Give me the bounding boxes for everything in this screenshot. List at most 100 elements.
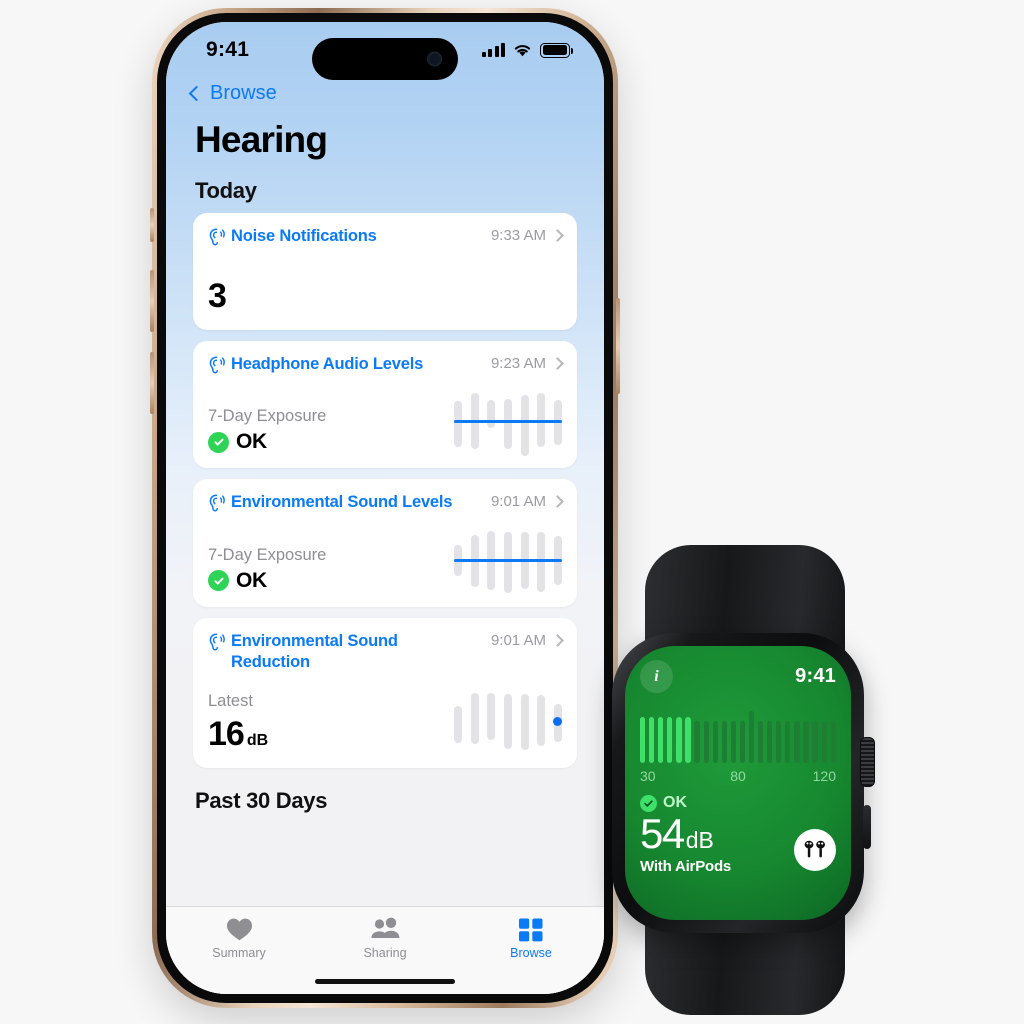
metric-label: 7-Day Exposure [208, 545, 327, 564]
card-title-wrap: Environmental Sound Reduction [208, 631, 483, 672]
card-timestamp: 9:23 AM [490, 354, 546, 372]
ear-icon [209, 228, 225, 246]
card-title: Noise Notifications [231, 227, 377, 245]
dynamic-island[interactable] [312, 38, 458, 80]
tab-browse[interactable]: Browse [458, 917, 604, 960]
value-row: 16 dB [208, 715, 268, 754]
card-title-wrap: Environmental Sound Levels [208, 492, 483, 513]
card-timestamp: 9:01 AM [490, 631, 546, 649]
card-header: Noise Notifications 9:33 AM [208, 226, 564, 247]
decibel-unit: dB [685, 827, 714, 853]
chevron-right-icon[interactable] [551, 634, 564, 647]
phone-power-button[interactable] [616, 298, 620, 394]
card-header: Headphone Audio Levels 9:23 AM [208, 354, 564, 375]
tab-label-sharing: Sharing [363, 946, 407, 960]
status-badge: OK [208, 430, 326, 454]
phone-volume-down-button[interactable] [150, 352, 154, 414]
card-title-wrap: Headphone Audio Levels [208, 354, 483, 375]
environmental-sound-reduction-sparkline [454, 690, 562, 754]
card-body: 3 [208, 277, 562, 316]
card-meta: 9:01 AM [490, 631, 564, 649]
sparkline-threshold-line [454, 558, 562, 562]
card-body: 7-Day Exposure OK [208, 390, 562, 456]
card-meta: 9:01 AM [491, 493, 564, 510]
check-circle-icon [640, 794, 657, 812]
watch-decibel-value: 54 dB [640, 813, 731, 855]
grid-squares-icon [519, 918, 543, 942]
phone-silent-switch[interactable] [150, 208, 154, 242]
phone-volume-up-button[interactable] [150, 270, 154, 332]
chevron-right-icon[interactable] [551, 495, 564, 509]
card-body: 7-Day Exposure OK [208, 529, 562, 593]
sound-reduction-value: 16 [208, 715, 245, 754]
card-environmental-sound-levels[interactable]: Environmental Sound Levels 9:01 AM 7-Day… [193, 479, 577, 607]
ear-icon [209, 356, 225, 374]
battery-full-icon [540, 42, 574, 58]
noise-notification-count: 3 [208, 276, 227, 315]
card-metric: 7-Day Exposure OK [208, 546, 326, 593]
wifi-icon [514, 44, 531, 56]
card-header: Environmental Sound Reduction 9:01 AM [208, 631, 564, 672]
watch-source-label: With AirPods [640, 858, 732, 875]
section-header-today: Today [195, 178, 257, 203]
card-noise-notifications[interactable]: Noise Notifications 9:33 AM 3 [193, 213, 577, 330]
ear-icon [209, 633, 225, 651]
airpods-icon[interactable] [794, 829, 836, 871]
headphone-audio-levels-sparkline [454, 390, 562, 456]
people-icon [371, 917, 400, 938]
metric-label: Latest [208, 692, 253, 711]
meter-tick-120: 120 [812, 768, 836, 784]
product-composite: 9:41 Browse Hearing Today Noise Notifica… [0, 0, 1024, 1024]
watch-side-button[interactable] [863, 805, 871, 849]
status-bar-indicators [481, 42, 574, 58]
card-meta: 9:23 AM [490, 354, 564, 372]
info-icon[interactable]: i [640, 660, 673, 693]
back-button-label: Browse [210, 82, 277, 104]
watch-bottom-row: 54 dB With AirPods [640, 813, 836, 875]
status-bar-time: 9:41 [206, 38, 250, 61]
card-title: Environmental Sound Reduction [231, 631, 398, 671]
tab-label-browse: Browse [510, 946, 552, 960]
meter-tick-30: 30 [640, 768, 656, 784]
airpods-glyph [804, 840, 825, 858]
watch-case: i 9:41 30 80 120 OK 54 dB With AirPods [612, 633, 875, 933]
watch-top-bar: i 9:41 [640, 660, 836, 693]
card-title: Headphone Audio Levels [231, 354, 424, 373]
metric-label: 7-Day Exposure [208, 407, 327, 426]
status-text: OK [236, 430, 267, 454]
watch-screen-noise-app: i 9:41 30 80 120 OK 54 dB With AirPods [625, 646, 851, 920]
hearing-screen-content: Browse Hearing Today Noise Notifications… [166, 78, 604, 994]
card-meta: 9:33 AM [490, 227, 564, 244]
card-environmental-sound-reduction[interactable]: Environmental Sound Reduction 9:01 AM La… [193, 617, 577, 769]
page-title: Hearing [195, 119, 328, 160]
card-list: Noise Notifications 9:33 AM 3 Headphone … [166, 213, 604, 769]
chevron-right-icon[interactable] [551, 229, 564, 242]
card-timestamp: 9:33 AM [490, 227, 546, 244]
card-title: Environmental Sound Levels [231, 493, 453, 512]
card-headphone-audio-levels[interactable]: Headphone Audio Levels 9:23 AM 7-Day Exp… [193, 340, 577, 469]
card-header: Environmental Sound Levels 9:01 AM [208, 492, 564, 513]
environmental-sound-levels-sparkline [454, 529, 562, 593]
status-badge: OK [208, 569, 326, 593]
phone-bezel: 9:41 Browse Hearing Today Noise Notifica… [157, 13, 613, 1003]
watch-status: OK 54 dB With AirPods [640, 794, 836, 875]
back-button[interactable]: Browse [166, 78, 604, 105]
tab-sharing[interactable]: Sharing [312, 917, 458, 960]
chevron-right-icon[interactable] [551, 356, 564, 370]
meter-axis-ticks: 30 80 120 [640, 768, 836, 786]
sparkline-threshold-line [454, 420, 562, 424]
card-metric: Latest 16 dB [208, 692, 268, 754]
watch-noise-meter: 30 80 120 [640, 711, 836, 786]
watch-time: 9:41 [795, 665, 836, 687]
status-text: OK [236, 568, 267, 592]
tab-bar: Summary Sharing Browse [166, 906, 604, 994]
card-body: Latest 16 dB [208, 690, 562, 754]
signal-bars-icon [481, 43, 505, 57]
decibel-number: 54 [640, 810, 685, 857]
phone-screen: 9:41 Browse Hearing Today Noise Notifica… [166, 22, 604, 994]
tab-summary[interactable]: Summary [166, 917, 312, 960]
digital-crown[interactable] [860, 737, 875, 787]
home-indicator[interactable] [315, 979, 455, 984]
front-camera-icon [427, 51, 442, 67]
heart-icon [226, 918, 252, 941]
